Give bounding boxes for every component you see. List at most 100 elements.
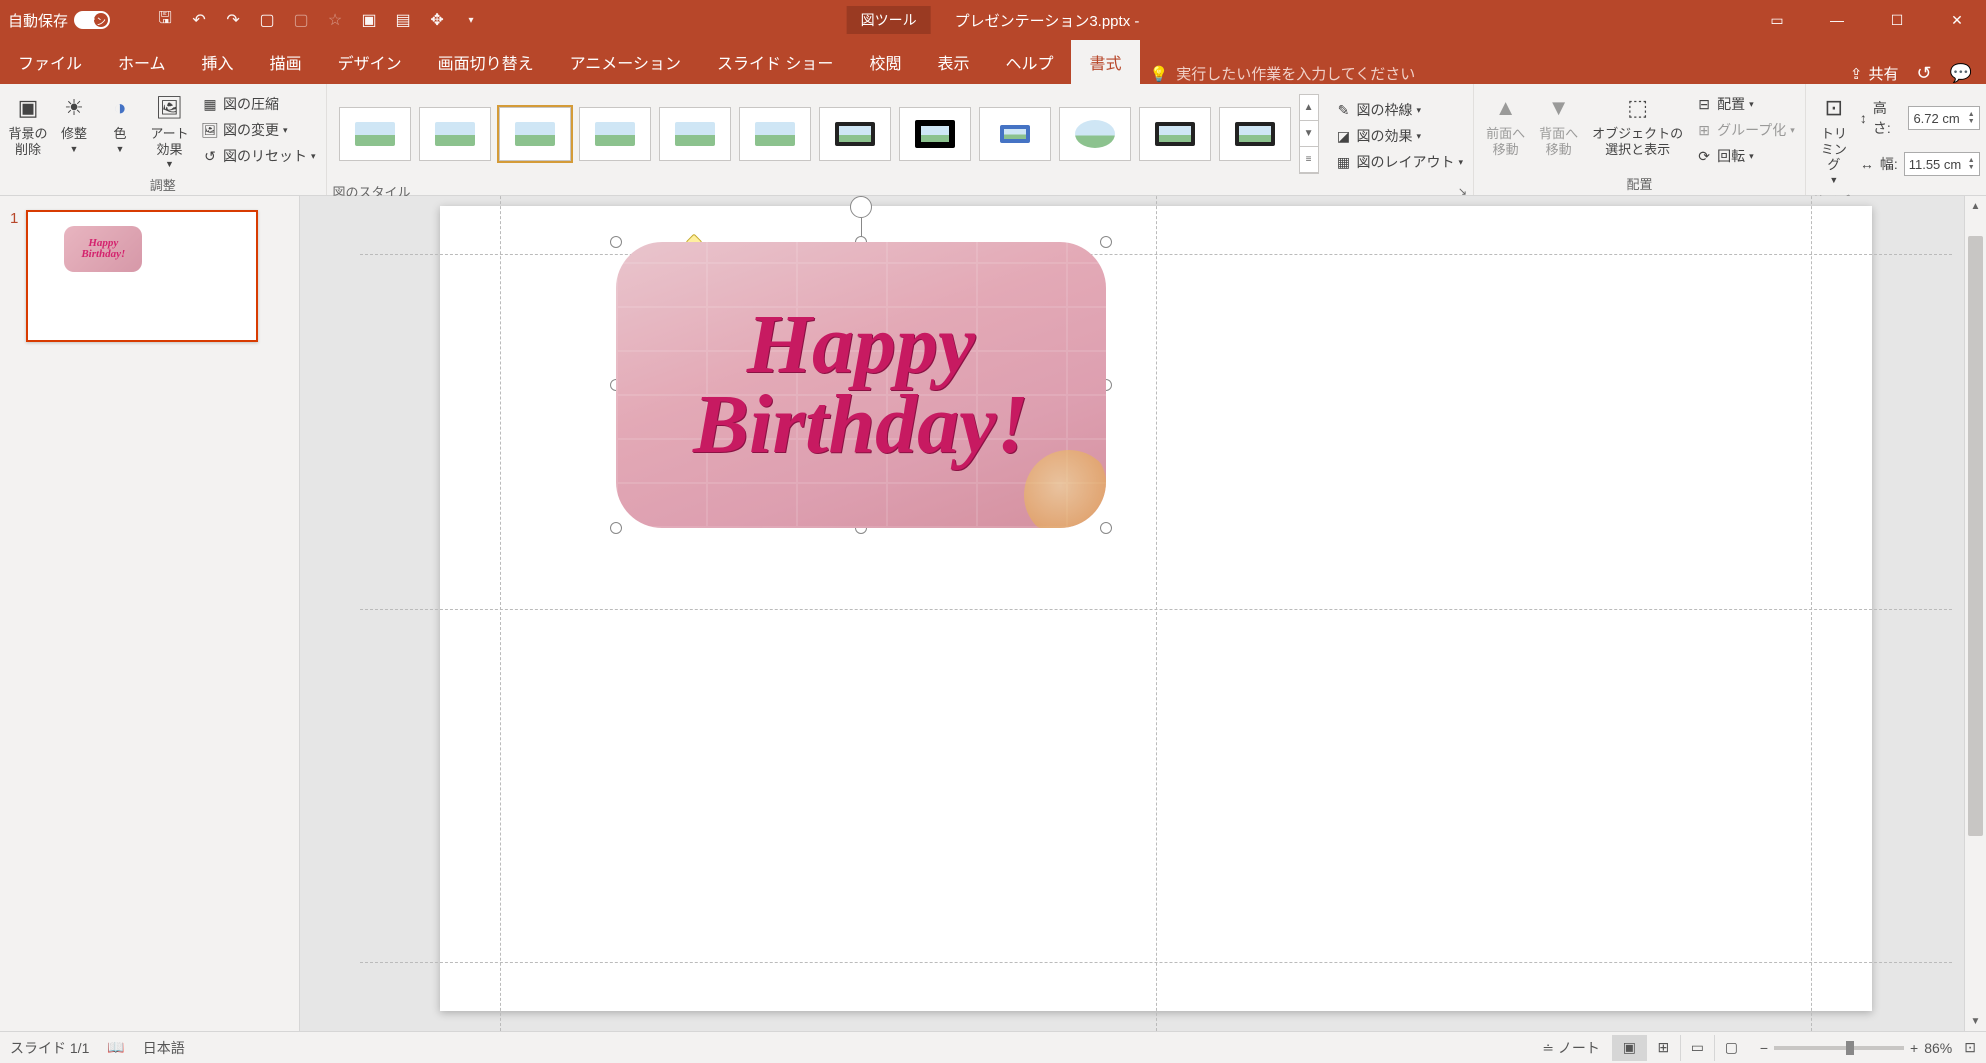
width-input[interactable]: 11.55 cm▲▼ [1904, 152, 1980, 176]
artistic-effects-button[interactable]: 🖼 アート効果 ▼ [144, 88, 195, 173]
reset-picture-button[interactable]: ↺図のリセット ▾ [197, 144, 320, 168]
change-picture-button[interactable]: 🖼図の変更 ▾ [197, 118, 320, 142]
slide-canvas[interactable]: Happy Birthday! [440, 206, 1872, 1011]
slide-canvas-area[interactable]: Happy Birthday! ▲ ▼ [300, 196, 1986, 1031]
rotate-button[interactable]: ⟳回転 ▾ [1691, 144, 1799, 168]
tab-review[interactable]: 校閲 [851, 40, 919, 84]
style-item-4[interactable] [579, 107, 651, 161]
tab-home[interactable]: ホーム [100, 40, 184, 84]
picture-effects-button[interactable]: ◪図の効果 ▾ [1331, 124, 1468, 148]
tab-format[interactable]: 書式 [1071, 40, 1139, 84]
tab-transitions[interactable]: 画面切り替え [420, 40, 552, 84]
tab-animations[interactable]: アニメーション [552, 40, 699, 84]
qat-icon-4[interactable]: ▤ [390, 7, 416, 33]
slide-thumbnail-pane[interactable]: 1 HappyBirthday! [0, 196, 300, 1031]
tab-insert[interactable]: 挿入 [184, 40, 252, 84]
notes-button[interactable]: ≐ ノート [1542, 1038, 1600, 1058]
chevron-down-icon: ▼ [70, 144, 79, 154]
align-button[interactable]: ⊟配置 ▾ [1691, 92, 1799, 116]
chevron-down-icon: ▼ [116, 144, 125, 154]
slideshow-view-button[interactable]: ▢ [1714, 1035, 1748, 1061]
language-indicator[interactable]: 日本語 [143, 1038, 185, 1058]
rotate-handle[interactable] [850, 196, 872, 218]
gallery-scroll[interactable]: ▲ ▼ ≡ [1299, 94, 1319, 174]
maximize-icon[interactable]: ☐ [1868, 0, 1926, 40]
group-objects-button[interactable]: ⊞グループ化 ▾ [1691, 118, 1799, 142]
title-bar: 自動保存 オン 🖫 ↶ ↷ ▢ ▢ ☆ ▣ ▤ ✥ ▾ 図ツール プレゼンテーシ… [0, 0, 1986, 40]
ribbon-display-options-icon[interactable]: ▭ [1748, 0, 1806, 40]
lightbulb-icon: 💡 [1150, 65, 1169, 83]
qat-customize-icon[interactable]: ▾ [458, 7, 484, 33]
zoom-in-icon[interactable]: + [1910, 1040, 1918, 1056]
vertical-scrollbar[interactable]: ▲ ▼ [1964, 196, 1986, 1031]
style-item-9[interactable] [979, 107, 1051, 161]
compress-pictures-button[interactable]: ▦図の圧縮 [197, 92, 320, 116]
style-item-10[interactable] [1059, 107, 1131, 161]
scroll-thumb[interactable] [1968, 236, 1983, 836]
corrections-button[interactable]: ☀ 修整 ▼ [52, 88, 96, 158]
gallery-down-icon[interactable]: ▼ [1300, 121, 1318, 147]
tab-view[interactable]: 表示 [919, 40, 987, 84]
height-input[interactable]: 6.72 cm▲▼ [1908, 106, 1979, 130]
style-item-1[interactable] [339, 107, 411, 161]
comments-icon[interactable]: 💬 [1950, 63, 1972, 84]
send-backward-button[interactable]: ▼ 背面へ 移動 [1533, 88, 1584, 161]
picture-layout-button[interactable]: ▦図のレイアウト ▾ [1331, 150, 1468, 174]
height-row: ↕ 高さ: 6.72 cm▲▼ [1858, 96, 1982, 140]
slide-thumbnail-1[interactable]: 1 HappyBirthday! [10, 210, 289, 342]
bring-forward-button[interactable]: ▲ 前面へ 移動 [1480, 88, 1531, 161]
zoom-percent[interactable]: 86% [1924, 1040, 1952, 1056]
gallery-expand-icon[interactable]: ≡ [1300, 147, 1318, 173]
tab-help[interactable]: ヘルプ [987, 40, 1071, 84]
close-icon[interactable]: ✕ [1928, 0, 1986, 40]
save-icon[interactable]: 🖫 [152, 7, 178, 33]
scroll-up-icon[interactable]: ▲ [1965, 196, 1986, 216]
crop-button[interactable]: ⊡ トリミング ▼ [1812, 88, 1856, 189]
slide-counter[interactable]: スライド 1/1 [10, 1038, 89, 1058]
slide-sorter-view-button[interactable]: ⊞ [1646, 1035, 1680, 1061]
spinner-icon[interactable]: ▲▼ [1968, 157, 1975, 171]
slide-thumb-preview[interactable]: HappyBirthday! [26, 210, 258, 342]
style-item-11[interactable] [1139, 107, 1211, 161]
reading-view-button[interactable]: ▭ [1680, 1035, 1714, 1061]
undo-icon[interactable]: ↶ [186, 7, 212, 33]
picture-styles-gallery[interactable]: ▲ ▼ ≡ [333, 88, 1323, 180]
spinner-icon[interactable]: ▲▼ [1968, 111, 1975, 125]
normal-view-button[interactable]: ▣ [1612, 1035, 1646, 1061]
style-item-7[interactable] [819, 107, 891, 161]
tab-design[interactable]: デザイン [320, 40, 420, 84]
style-item-3[interactable] [499, 107, 571, 161]
zoom-control[interactable]: − + 86% [1760, 1040, 1952, 1056]
style-item-6[interactable] [739, 107, 811, 161]
start-from-beginning-icon[interactable]: ▢ [254, 7, 280, 33]
status-bar: スライド 1/1 📖 日本語 ≐ ノート ▣ ⊞ ▭ ▢ − + 86% ⊡ [0, 1031, 1986, 1063]
fit-to-window-button[interactable]: ⊡ [1964, 1039, 1976, 1056]
selected-picture[interactable]: Happy Birthday! [616, 242, 1106, 528]
zoom-slider[interactable] [1774, 1046, 1904, 1050]
tell-me-search[interactable]: 💡 実行したい作業を入力してください [1140, 63, 1416, 84]
style-item-8[interactable] [899, 107, 971, 161]
picture-border-button[interactable]: ✎図の枠線 ▾ [1331, 98, 1468, 122]
history-icon[interactable]: ↺ [1916, 63, 1931, 84]
style-item-5[interactable] [659, 107, 731, 161]
qat-icon-3[interactable]: ▣ [356, 7, 382, 33]
share-button[interactable]: ⇪ 共有 [1850, 63, 1899, 84]
tab-slideshow[interactable]: スライド ショー [699, 40, 851, 84]
zoom-out-icon[interactable]: − [1760, 1040, 1768, 1056]
qat-icon-1[interactable]: ▢ [288, 7, 314, 33]
redo-icon[interactable]: ↷ [220, 7, 246, 33]
touch-mode-icon[interactable]: ✥ [424, 7, 450, 33]
style-item-12[interactable] [1219, 107, 1291, 161]
spellcheck-icon[interactable]: 📖 [107, 1039, 124, 1056]
autosave-control[interactable]: 自動保存 オン [0, 10, 144, 31]
minimize-icon[interactable]: ― [1808, 0, 1866, 40]
tab-file[interactable]: ファイル [0, 40, 100, 84]
remove-background-button[interactable]: ▣ 背景の 削除 [6, 88, 50, 161]
tab-draw[interactable]: 描画 [252, 40, 320, 84]
style-item-2[interactable] [419, 107, 491, 161]
scroll-down-icon[interactable]: ▼ [1965, 1011, 1986, 1031]
selection-pane-button[interactable]: ⬚ オブジェクトの 選択と表示 [1586, 88, 1689, 161]
gallery-up-icon[interactable]: ▲ [1300, 95, 1318, 121]
color-button[interactable]: ◑ 色 ▼ [98, 88, 142, 158]
qat-icon-2[interactable]: ☆ [322, 7, 348, 33]
